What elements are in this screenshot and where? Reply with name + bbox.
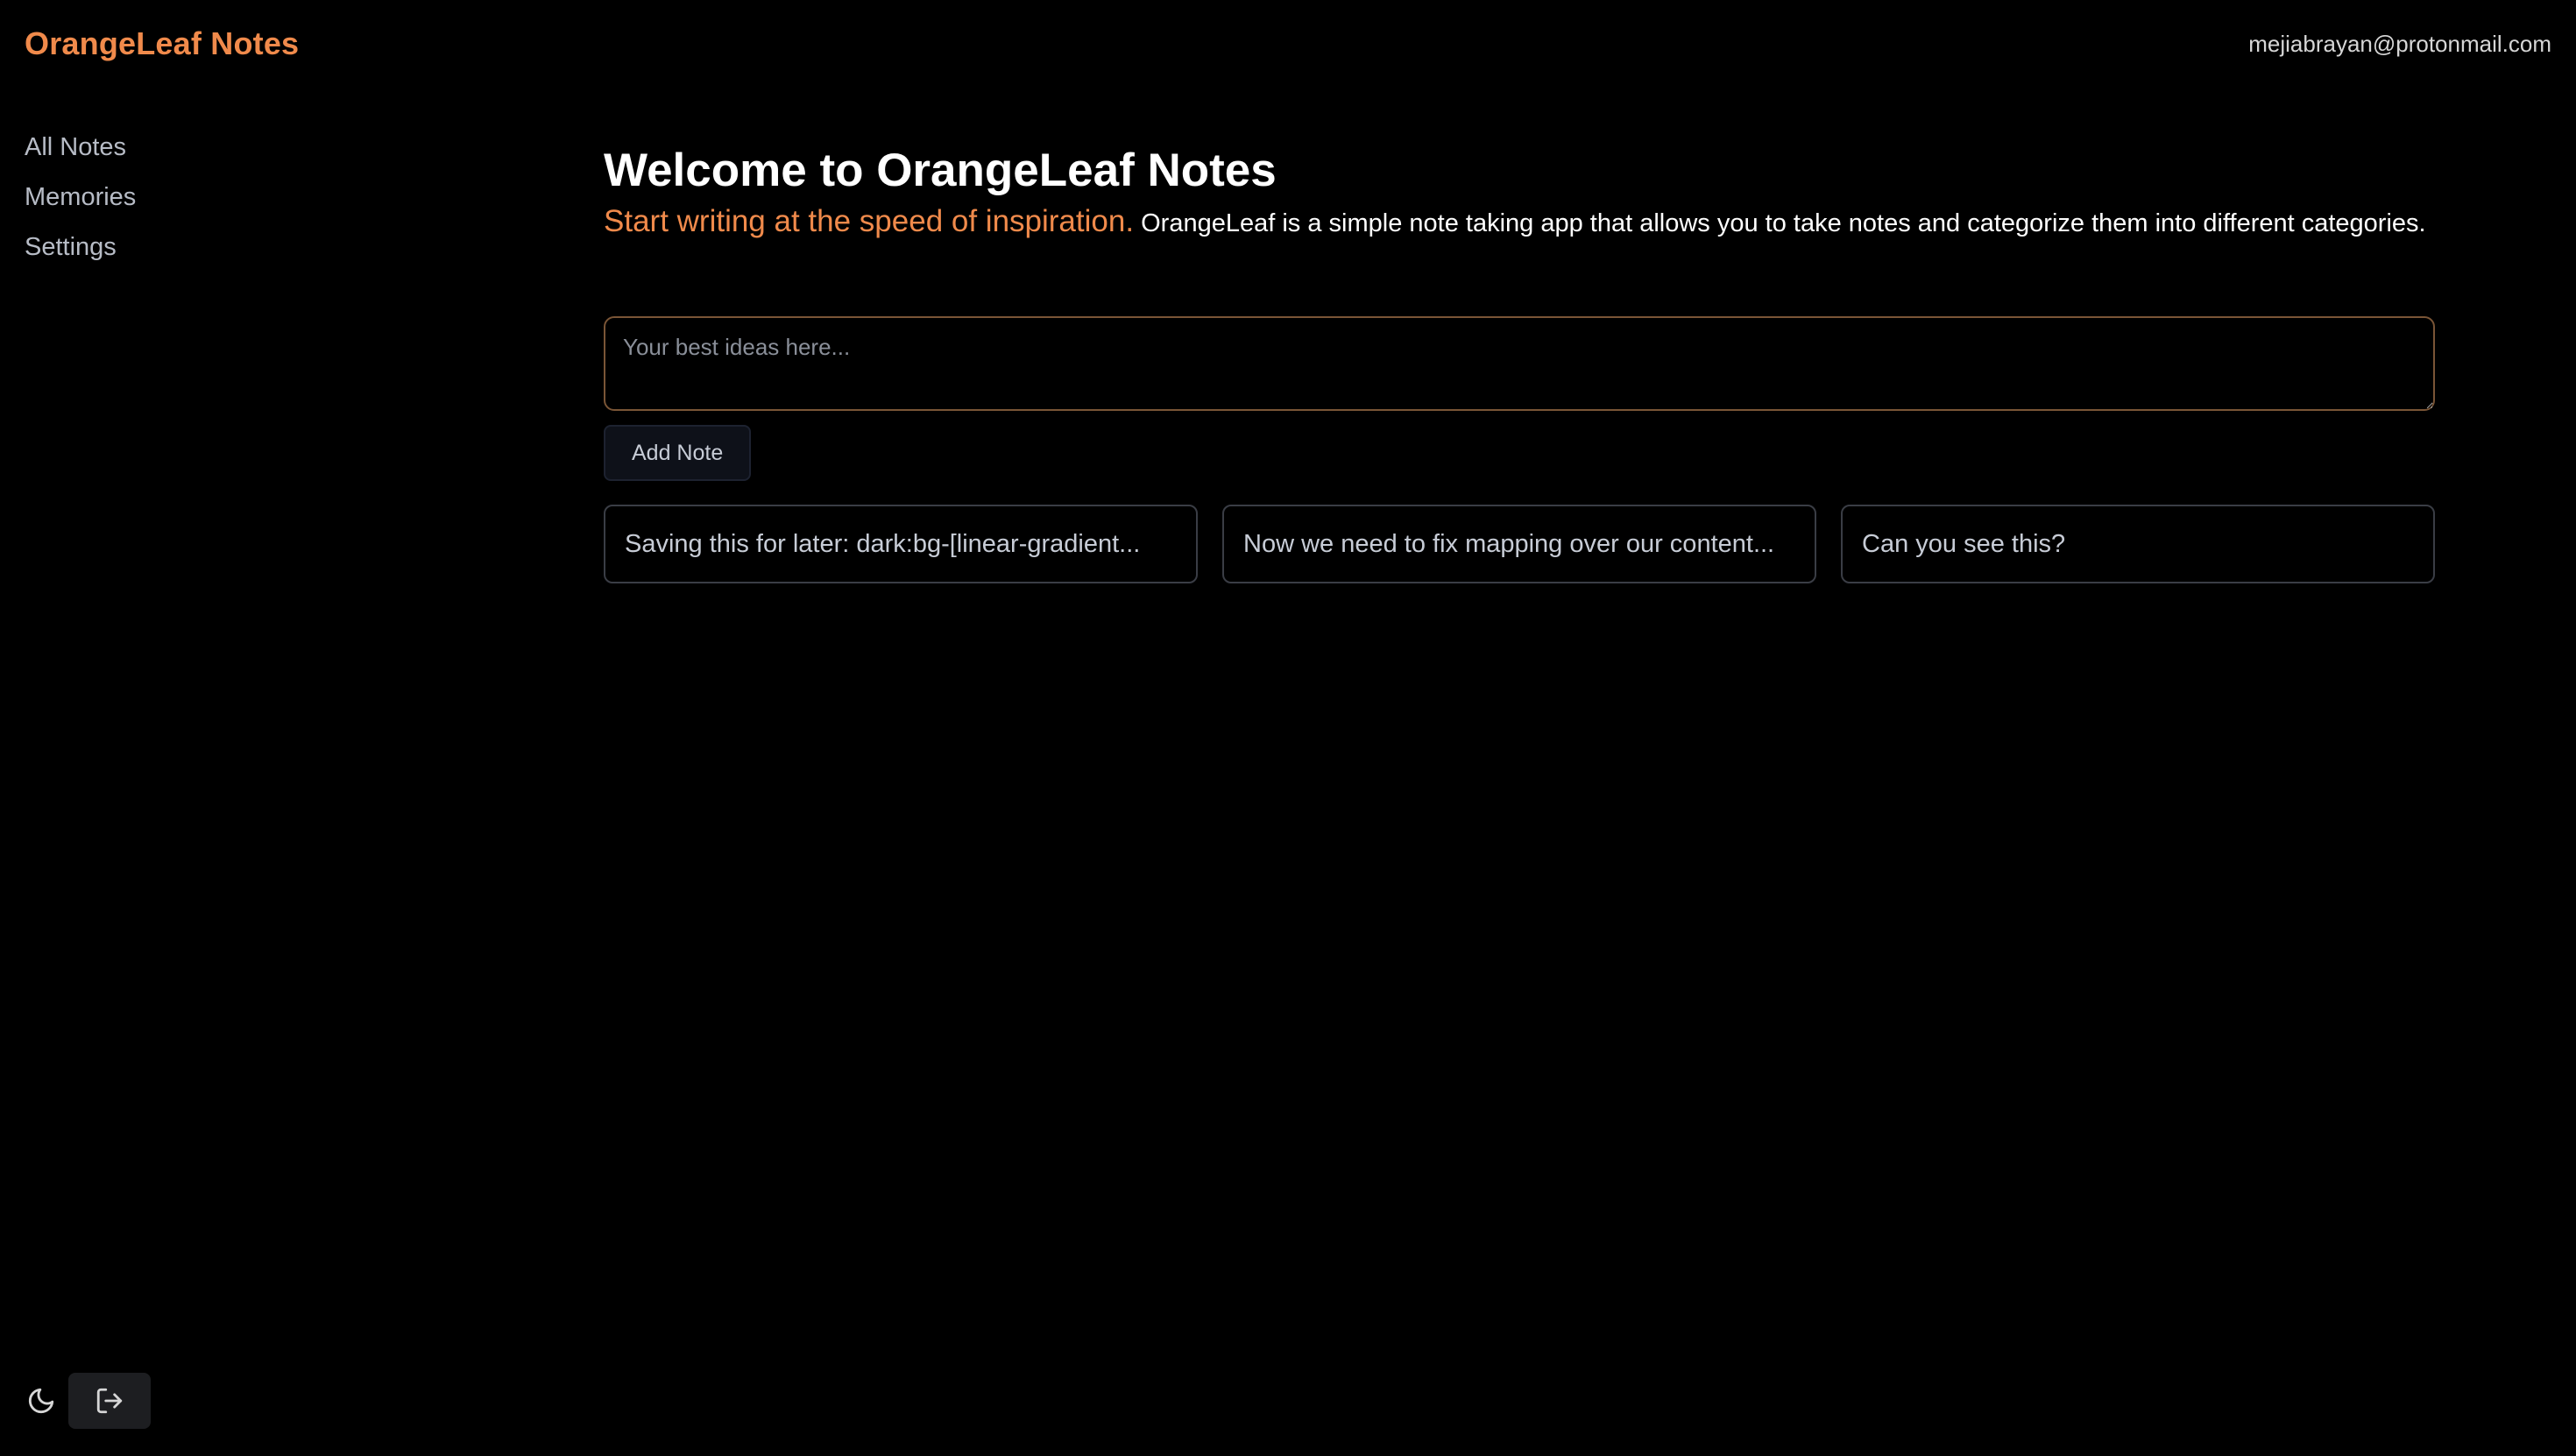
- app-window: OrangeLeaf Notes mejiabrayan@protonmail.…: [0, 0, 2576, 1456]
- logout-icon: [95, 1386, 124, 1416]
- note-card[interactable]: Now we need to fix mapping over our cont…: [1222, 505, 1816, 583]
- note-input[interactable]: [604, 316, 2435, 411]
- page-title: Welcome to OrangeLeaf Notes: [604, 145, 1277, 196]
- logout-button[interactable]: [68, 1373, 151, 1429]
- sidebar-item-memories[interactable]: Memories: [25, 180, 136, 215]
- note-card[interactable]: Can you see this?: [1841, 505, 2435, 583]
- note-card[interactable]: Saving this for later: dark:bg-[linear-g…: [604, 505, 1198, 583]
- note-card-text: Can you see this?: [1862, 529, 2066, 558]
- intro-text: Start writing at the speed of inspiratio…: [604, 201, 2435, 244]
- note-card-text: Now we need to fix mapping over our cont…: [1243, 529, 1775, 558]
- theme-toggle-button[interactable]: [23, 1382, 60, 1419]
- sidebar-item-all-notes[interactable]: All Notes: [25, 130, 136, 165]
- add-note-button[interactable]: Add Note: [604, 425, 752, 481]
- user-email: mejiabrayan@protonmail.com: [2248, 31, 2551, 57]
- note-card-text: Saving this for later: dark:bg-[linear-g…: [625, 529, 1141, 558]
- moon-icon: [26, 1386, 56, 1416]
- sidebar-nav: All Notes Memories Settings: [25, 130, 136, 279]
- brand-logo[interactable]: OrangeLeaf Notes: [25, 25, 299, 63]
- sidebar-item-settings[interactable]: Settings: [25, 230, 136, 265]
- main-content: Welcome to OrangeLeaf Notes Start writin…: [604, 140, 2435, 583]
- tagline: Start writing at the speed of inspiratio…: [604, 204, 1135, 238]
- description: OrangeLeaf is a simple note taking app t…: [1141, 209, 2426, 237]
- notes-grid: Saving this for later: dark:bg-[linear-g…: [604, 505, 2435, 583]
